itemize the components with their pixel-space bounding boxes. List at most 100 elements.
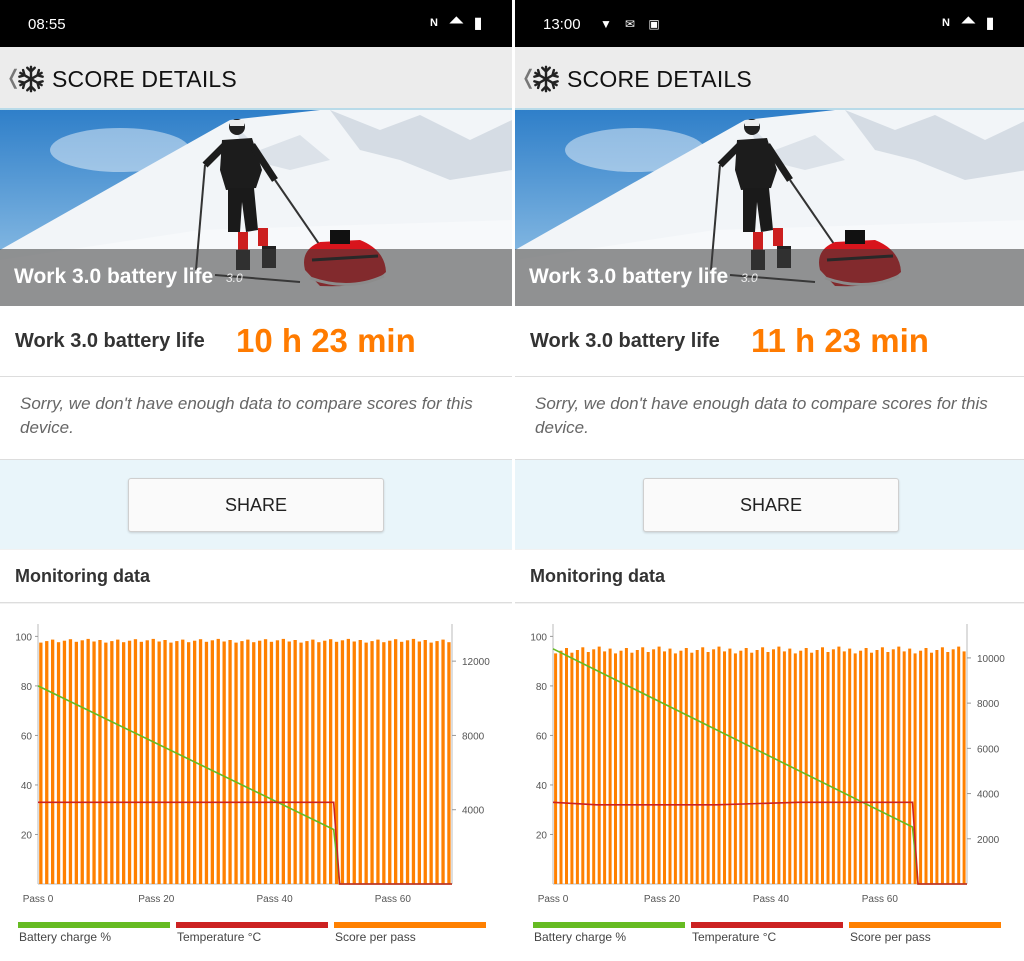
score-bar [706, 652, 710, 884]
right-tick-label: 4000 [977, 790, 1000, 801]
score-bar [799, 650, 803, 884]
share-area: SHARE [515, 460, 1024, 549]
legend-swatch [334, 922, 486, 928]
x-tick-label: Pass 0 [23, 894, 54, 905]
score-bar [187, 642, 191, 884]
score-bar [198, 639, 203, 884]
score-bar [897, 646, 901, 884]
score-bar [712, 649, 716, 884]
score-bar [940, 647, 944, 884]
score-bar [586, 652, 590, 884]
score-bar [668, 648, 672, 884]
share-button[interactable]: SHARE [128, 478, 384, 532]
x-tick-label: Pass 40 [753, 894, 790, 905]
score-bar [848, 648, 852, 884]
score-bar [240, 641, 244, 884]
gb-icon: ▣ [648, 17, 660, 31]
score-bar [957, 646, 961, 884]
score-bar [864, 648, 868, 884]
score-bar [62, 640, 67, 884]
x-tick-label: Pass 60 [862, 894, 899, 905]
shield-icon: ▼ [600, 17, 612, 31]
score-bar [234, 642, 238, 884]
left-tick-label: 40 [21, 781, 33, 792]
comparison-note: Sorry, we don't have enough data to comp… [0, 377, 512, 460]
score-bar [695, 650, 699, 884]
score-bar [181, 639, 185, 884]
score-bar [880, 647, 884, 884]
battery-icon: ▮ [473, 15, 483, 32]
score-bar [750, 652, 754, 884]
score-bar [859, 650, 863, 884]
score-bar [744, 648, 748, 884]
score-bar [624, 648, 628, 884]
score-label: Work 3.0 battery life [530, 330, 720, 352]
score-bar [701, 647, 705, 884]
score-bar [441, 639, 445, 884]
score-bar [92, 641, 96, 884]
score-bar [104, 642, 108, 884]
monitoring-title: Monitoring data [15, 566, 150, 586]
x-tick-label: Pass 40 [257, 894, 294, 905]
header-title: SCORE DETAILS [52, 66, 237, 92]
score-bar [311, 639, 315, 884]
monitoring-chart-svg: 20 40 60 80 100 2000 4000 6000 8000 10000 Pass 0 Pa… [530, 624, 1005, 905]
score-bar [175, 641, 179, 884]
hero-image: Work 3.0 battery life 3.0 [0, 110, 512, 306]
score-bar [388, 640, 392, 884]
wifi-icon: ◥ [958, 13, 977, 32]
score-bar [222, 641, 226, 884]
score-bar [358, 640, 362, 884]
share-button[interactable]: SHARE [643, 478, 899, 532]
score-bar [755, 650, 759, 884]
right-tick-label: 10000 [977, 654, 1005, 665]
score-bar [635, 650, 639, 884]
nfc-icon: N [942, 17, 950, 29]
score-bar [663, 651, 666, 884]
status-bar: 08:55 N ◥ ▮ [0, 0, 512, 47]
score-bar [305, 641, 309, 884]
right-tick-label: 12000 [462, 657, 490, 668]
monitoring-header: Monitoring data [0, 550, 512, 603]
mail-icon: ✉ [624, 17, 636, 31]
score-bar [133, 639, 138, 884]
score-value: 10 h 23 min [236, 322, 416, 359]
score-bar [891, 649, 895, 884]
left-tick-label: 60 [536, 731, 548, 742]
score-bar [216, 638, 220, 884]
score-bar [411, 638, 416, 884]
score-label: Work 3.0 battery life [15, 330, 205, 352]
comparison-note-text: Sorry, we don't have enough data to comp… [535, 394, 988, 437]
score-bar [405, 640, 410, 884]
hero-image: Work 3.0 battery life 3.0 [515, 110, 1024, 306]
score-bar [815, 650, 819, 884]
system-icons: N ◥ ▮ [426, 14, 486, 32]
system-icons: N ◥ ▮ [938, 14, 998, 32]
left-tick-label: 100 [15, 632, 32, 643]
score-bar [826, 652, 830, 884]
score-bar [423, 640, 427, 884]
score-bar [733, 653, 737, 884]
score-bar [98, 640, 102, 884]
score-bar [370, 641, 374, 884]
score-bar [717, 646, 721, 884]
score-bar [565, 648, 568, 884]
x-tick-label: Pass 0 [538, 894, 569, 905]
monitoring-title: Monitoring data [530, 566, 665, 586]
score-bar [772, 649, 775, 884]
score-bar [690, 652, 694, 884]
legend-swatch [691, 922, 843, 928]
score-bar [299, 642, 303, 884]
score-value: 11 h 23 min [751, 322, 929, 359]
score-bar [603, 651, 607, 884]
score-bar [210, 640, 214, 884]
header-title: SCORE DETAILS [567, 66, 752, 92]
score-bar [581, 647, 585, 884]
score-bar [592, 649, 596, 884]
score-bar [269, 641, 274, 884]
score-bar [258, 640, 262, 884]
score-bar [684, 648, 688, 884]
left-tick-label: 40 [536, 781, 548, 792]
score-bar [56, 642, 61, 884]
score-bar [400, 641, 404, 884]
